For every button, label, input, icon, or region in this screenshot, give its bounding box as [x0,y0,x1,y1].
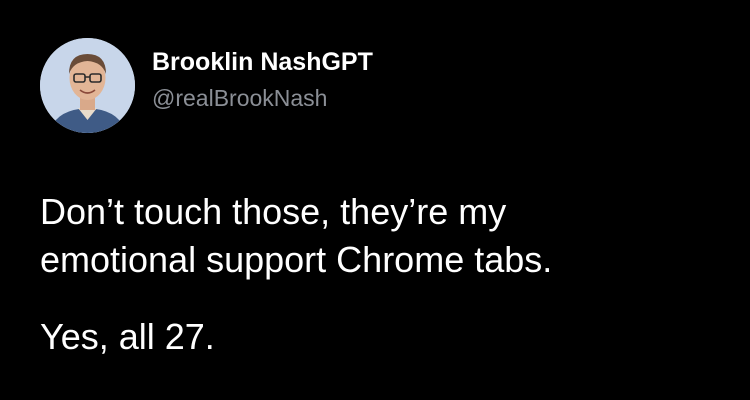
tweet-followup-text: Yes, all 27. [40,316,215,357]
tweet-text-line: emotional support Chrome tabs. [40,239,553,280]
author-display-name[interactable]: Brooklin NashGPT [152,48,373,77]
profile-photo-icon [40,38,135,133]
avatar[interactable] [40,38,135,133]
author-handle[interactable]: @realBrookNash [152,85,327,112]
tweet-card: Brooklin NashGPT @realBrookNash Don’t to… [0,0,750,400]
tweet-text-line: Don’t touch those, they’re my [40,191,507,232]
tweet-text: Don’t touch those, they’re my emotional … [40,188,730,284]
